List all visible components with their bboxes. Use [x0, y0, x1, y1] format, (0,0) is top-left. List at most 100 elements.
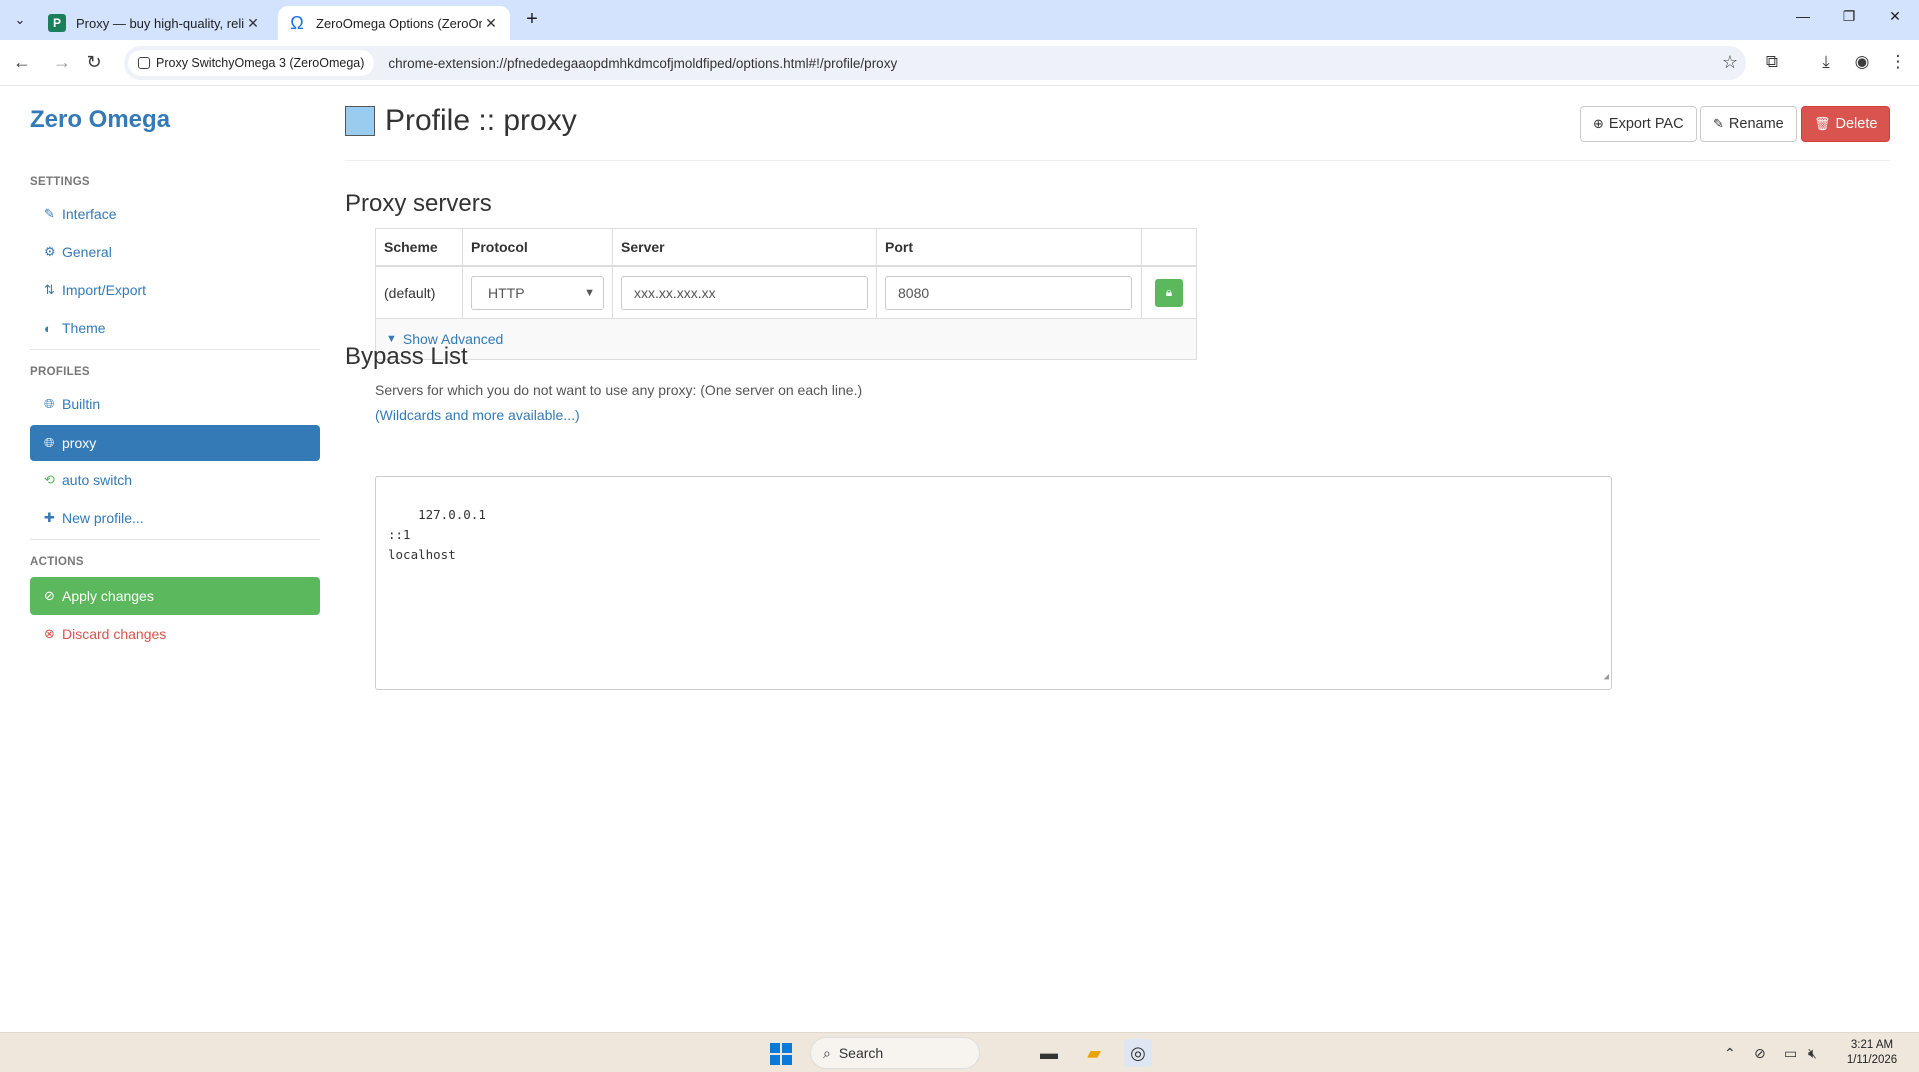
sidebar-item-general[interactable]: ⚙ General	[30, 234, 320, 270]
lock-icon[interactable]: 🔒︎	[1155, 278, 1183, 307]
sidebar-item-label: Theme	[62, 320, 106, 336]
tab-label: Proxy — buy high-quality, reliab	[76, 15, 244, 31]
delete-button[interactable]: 🗑︎ Delete	[1801, 106, 1891, 142]
taskbar-clock[interactable]: 3:21 AM 1/11/2026	[1832, 1038, 1912, 1068]
brand-title[interactable]: Zero Omega	[30, 106, 170, 134]
proxy-site-favicon-icon: P	[48, 14, 66, 32]
minimize-icon[interactable]: —	[1780, 8, 1826, 32]
page-title-text: Profile :: proxy	[385, 104, 577, 137]
browser-toolbar: ← → ↻ Proxy SwitchyOmega 3 (ZeroOmega) c…	[0, 40, 1919, 86]
restore-icon[interactable]: ❐	[1826, 8, 1872, 32]
search-icon: ⌕	[823, 1044, 831, 1061]
taskbar-search-label: Search	[838, 1045, 884, 1061]
sidebar-item-auto-switch[interactable]: ⟲ auto switch	[30, 462, 320, 498]
sidebar-item-label: General	[62, 244, 112, 260]
port-input[interactable]: 8080	[885, 275, 1132, 310]
tab-zeroomega-options[interactable]: Ω ZeroOmega Options (ZeroOme ✕	[278, 6, 510, 40]
taskbar: ⌕ Search ▬ ▰ ◎ ⌃ ⊘ ▭ 🔇︎ 3:21 AM 1/11/202…	[0, 1032, 1919, 1072]
extensions-icon[interactable]: ⧉	[1760, 51, 1784, 75]
windows-start-icon[interactable]	[770, 1043, 792, 1065]
tab-close-icon[interactable]: ✕	[482, 15, 500, 32]
tab-label: ZeroOmega Options (ZeroOme	[316, 15, 482, 31]
port-cell: 8080	[877, 267, 1142, 318]
globe-icon: 🌐︎	[44, 435, 55, 450]
resize-grip-icon[interactable]: ◢	[1604, 667, 1609, 687]
protocol-select[interactable]: HTTP ▼	[471, 275, 604, 310]
reload-icon[interactable]: ↻	[82, 51, 106, 75]
show-advanced-link[interactable]: ▼ Show Advanced	[376, 319, 1196, 359]
sidebar-item-label: Interface	[62, 206, 117, 222]
sidebar-item-new-profile[interactable]: ✚ New profile...	[30, 500, 320, 536]
tab-proxy-site[interactable]: P Proxy — buy high-quality, reliab ✕	[38, 6, 272, 40]
column-header-scheme: Scheme	[376, 229, 463, 265]
proxy-servers-heading: Proxy servers	[345, 190, 492, 217]
chevron-down-icon: ▼	[584, 286, 595, 299]
sidebar-item-theme[interactable]: ◐ Theme	[30, 310, 320, 346]
menu-icon[interactable]: ⋮	[1886, 51, 1910, 75]
close-icon[interactable]: ✕	[1872, 8, 1918, 32]
sidebar-item-interface[interactable]: ✎ Interface	[30, 196, 320, 232]
file-explorer-icon[interactable]: ▰	[1080, 1039, 1108, 1067]
discard-changes-label: Discard changes	[62, 626, 167, 642]
sidebar-item-label: Import/Export	[62, 282, 147, 298]
star-icon[interactable]: ☆	[1722, 52, 1738, 73]
divider	[30, 349, 320, 350]
divider	[30, 539, 320, 540]
sidebar-item-proxy[interactable]: 🌐︎ proxy	[30, 425, 320, 461]
bypass-list-value: 127.0.0.1 ::1 localhost	[388, 507, 486, 562]
clock-date: 1/11/2026	[1846, 1054, 1898, 1066]
discard-changes-button[interactable]: ⊗ Discard changes	[30, 616, 320, 652]
export-pac-label: Export PAC	[1608, 116, 1684, 132]
server-input[interactable]: xxx.xx.xxx.xx	[621, 275, 868, 310]
omega-favicon-icon: Ω	[290, 12, 304, 33]
download-icon[interactable]: ⤓	[1814, 51, 1838, 75]
bypass-list-heading: Bypass List	[345, 343, 468, 370]
settings-header: SETTINGS	[30, 176, 90, 188]
trash-icon: 🗑︎	[1814, 116, 1831, 131]
proxy-servers-table: Scheme Protocol Server Port (default) HT…	[375, 228, 1197, 360]
export-pac-button[interactable]: ⊕ Export PAC	[1580, 106, 1697, 142]
sidebar-item-import-export[interactable]: ⇅ Import/Export	[30, 272, 320, 308]
address-bar[interactable]: Proxy SwitchyOmega 3 (ZeroOmega) chrome-…	[124, 46, 1746, 80]
forward-icon[interactable]: →	[50, 51, 74, 75]
extension-icon	[138, 57, 150, 69]
edit-icon: ✎	[1713, 116, 1724, 131]
contrast-icon: ◐	[44, 320, 52, 336]
url-text[interactable]: chrome-extension://pfnededegaaopdmhkdmco…	[388, 56, 897, 71]
sidebar-item-builtin[interactable]: 🌐︎ Builtin	[30, 386, 320, 422]
back-icon[interactable]: ←	[10, 51, 34, 75]
column-header-port: Port	[877, 229, 1142, 265]
bypass-help-text: Servers for which you do not want to use…	[375, 382, 863, 398]
bypass-list-textarea[interactable]: 127.0.0.1 ::1 localhost ◢	[375, 476, 1612, 690]
column-header-actions	[1142, 229, 1196, 265]
tab-close-icon[interactable]: ✕	[244, 15, 262, 32]
network-offline-icon[interactable]: ⊘	[1754, 1045, 1766, 1062]
tray-chevron-up-icon[interactable]: ⌃	[1724, 1045, 1736, 1062]
clock-time: 3:21 AM	[1850, 1039, 1894, 1051]
sidebar-item-label: proxy	[62, 435, 97, 451]
switch-icon: ⟲	[44, 472, 55, 487]
plus-icon: ✚	[44, 510, 55, 525]
chrome-icon[interactable]: ◎	[1124, 1039, 1152, 1067]
profile-icon[interactable]: ◉	[1850, 51, 1874, 75]
tab-search-icon[interactable]: ⌄	[8, 8, 32, 32]
wildcards-link[interactable]: (Wildcards and more available...)	[375, 407, 580, 423]
table-header-row: Scheme Protocol Server Port	[376, 229, 1196, 267]
rename-button[interactable]: ✎ Rename	[1700, 106, 1797, 142]
site-info-chip[interactable]: Proxy SwitchyOmega 3 (ZeroOmega)	[128, 50, 375, 76]
globe-icon: 🌐︎	[44, 396, 55, 411]
cancel-circle-icon: ⊗	[44, 626, 55, 641]
display-icon[interactable]: ▭	[1784, 1045, 1797, 1062]
tab-strip: ⌄ P Proxy — buy high-quality, reliab ✕ Ω…	[0, 0, 1919, 40]
file-manager-icon[interactable]: ▬	[1035, 1039, 1063, 1067]
delete-label: Delete	[1835, 116, 1878, 132]
profile-color-swatch[interactable]	[345, 106, 375, 136]
download-circle-icon: ⊕	[1593, 116, 1604, 131]
taskbar-search[interactable]: ⌕ Search	[810, 1037, 980, 1069]
sidebar-item-label: Builtin	[62, 396, 101, 412]
new-tab-icon[interactable]: +	[520, 8, 544, 32]
rename-label: Rename	[1728, 116, 1784, 132]
volume-muted-icon[interactable]: 🔇︎	[1808, 1045, 1817, 1062]
apply-changes-button[interactable]: ⊘ Apply changes	[30, 577, 320, 615]
protocol-value: HTTP	[488, 284, 525, 301]
